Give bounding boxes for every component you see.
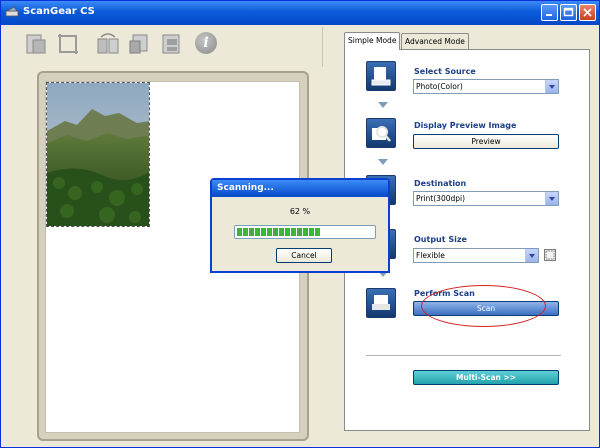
display-preview-label: Display Preview Image [414, 121, 517, 130]
scanner-app-icon [5, 6, 19, 17]
scangear-window: ScanGear CS i Simple Mode Advanced Mode … [0, 0, 600, 448]
destination-dropdown[interactable]: Print(300dpi) [413, 191, 559, 206]
toolbar: i [5, 27, 323, 67]
output-size-dropdown[interactable]: Flexible [413, 248, 539, 263]
tab-advanced-mode[interactable]: Advanced Mode [401, 33, 469, 49]
window-title: ScanGear CS [23, 6, 95, 17]
multi-crop-icon[interactable] [159, 31, 185, 57]
chevron-down-icon[interactable] [545, 192, 558, 205]
output-size-value: Flexible [416, 251, 445, 260]
dialog-title: Scanning... [212, 180, 388, 197]
select-source-dropdown[interactable]: Photo(Color) [413, 79, 559, 94]
progress-bar [234, 225, 376, 239]
maximize-icon [563, 7, 574, 17]
info-icon[interactable]: i [195, 32, 217, 54]
annotation-circle [421, 285, 546, 327]
step-arrow-icon [378, 102, 388, 108]
progress-percent: 62 % [289, 207, 311, 216]
close-icon [583, 8, 592, 17]
title-bar[interactable]: ScanGear CS [1, 1, 599, 25]
preview-button[interactable]: Preview [413, 134, 559, 149]
auto-crop-icon[interactable] [127, 31, 153, 57]
landscape-photo [47, 83, 149, 226]
chevron-down-icon[interactable] [525, 249, 538, 262]
minimize-icon [546, 14, 552, 16]
minimize-button[interactable] [541, 4, 558, 21]
display-preview-icon [366, 118, 396, 148]
maximize-button[interactable] [560, 4, 577, 21]
chevron-down-icon[interactable] [545, 80, 558, 93]
close-button[interactable] [579, 4, 596, 21]
destination-label: Destination [414, 179, 467, 188]
scanning-dialog: Scanning... 62 % Cancel [210, 178, 390, 273]
select-source-label: Select Source [414, 67, 476, 76]
output-size-settings-icon[interactable] [544, 249, 556, 261]
rotate-icon[interactable] [95, 31, 121, 57]
cancel-button[interactable]: Cancel [276, 248, 332, 263]
tab-simple-mode[interactable]: Simple Mode [344, 32, 401, 50]
divider [366, 355, 561, 356]
select-source-icon [366, 61, 396, 91]
perform-scan-icon [366, 288, 396, 318]
select-source-value: Photo(Color) [416, 82, 463, 91]
destination-value: Print(300dpi) [416, 194, 466, 203]
preview-image[interactable] [46, 82, 150, 227]
multi-scan-button[interactable]: Multi-Scan >> [413, 370, 559, 385]
progress-fill [237, 228, 321, 236]
scan-area-icon[interactable] [23, 31, 49, 57]
output-size-label: Output Size [414, 235, 467, 244]
crop-icon[interactable] [55, 31, 81, 57]
step-arrow-icon [378, 159, 388, 165]
